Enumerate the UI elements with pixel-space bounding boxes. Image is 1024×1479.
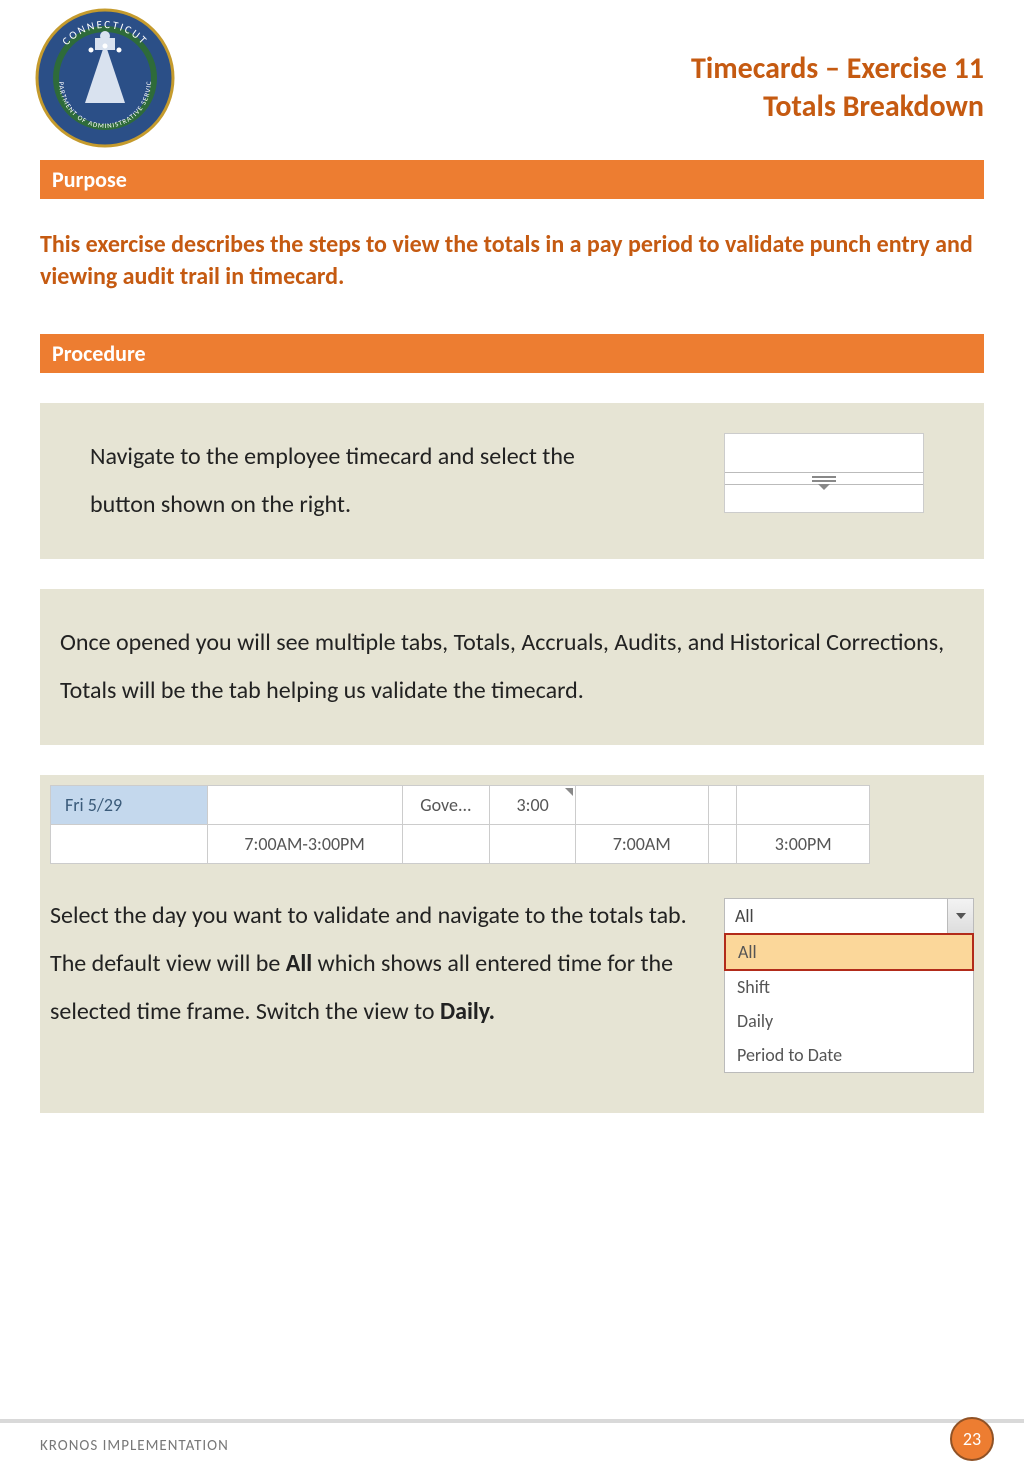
procedure-label: Procedure xyxy=(52,340,146,367)
paycode-cell[interactable]: Gove... xyxy=(402,785,490,824)
out-cell[interactable] xyxy=(737,785,870,824)
dropdown-item-shift[interactable]: Shift xyxy=(725,970,973,1004)
divider-line xyxy=(725,472,923,473)
step3-bold-daily: Daily. xyxy=(440,997,495,1026)
amount-cell[interactable]: 3:00 xyxy=(490,785,576,824)
purpose-label: Purpose xyxy=(52,166,127,193)
out-cell[interactable]: 3:00PM xyxy=(737,824,870,863)
paycode-cell[interactable] xyxy=(402,824,490,863)
purpose-text: This exercise describes the steps to vie… xyxy=(0,199,1024,334)
spacer-cell xyxy=(708,824,737,863)
dropdown-item-daily[interactable]: Daily xyxy=(725,1004,973,1038)
step-2-block: Once opened you will see multiple tabs, … xyxy=(40,589,984,745)
step-1-text: Navigate to the employee timecard and se… xyxy=(90,433,590,529)
table-row: 7:00AM-3:00PM 7:00AM 3:00PM xyxy=(51,824,870,863)
step3-bold-all: All xyxy=(286,949,312,978)
dropdown-item-period-to-date[interactable]: Period to Date xyxy=(725,1038,973,1072)
panel-expand-button[interactable] xyxy=(724,433,924,513)
procedure-section-bar: Procedure xyxy=(40,334,984,373)
title-line-2: Totals Breakdown xyxy=(691,88,984,126)
cell-corner-icon xyxy=(565,788,573,796)
spacer-cell xyxy=(708,785,737,824)
header: CONNECTICUT DEPARTMENT OF ADMINISTRATIVE… xyxy=(0,0,1024,160)
title-line-1: Timecards – Exercise 11 xyxy=(691,50,984,88)
step-3-block: Fri 5/29 Gove... 3:00 7:00AM-3:00PM 7:00… xyxy=(40,775,984,1113)
document-title: Timecards – Exercise 11 Totals Breakdown xyxy=(691,50,984,125)
expand-grip-icon xyxy=(804,474,844,490)
dropdown-item-all[interactable]: All xyxy=(724,933,974,971)
step-1-block: Navigate to the employee timecard and se… xyxy=(40,403,984,559)
schedule-cell[interactable]: 7:00AM-3:00PM xyxy=(207,824,402,863)
in-cell[interactable] xyxy=(575,785,708,824)
in-cell[interactable]: 7:00AM xyxy=(575,824,708,863)
chevron-down-icon xyxy=(956,913,966,919)
dropdown-header: All xyxy=(725,899,973,934)
date-cell[interactable] xyxy=(51,824,208,863)
schedule-cell[interactable] xyxy=(207,785,402,824)
dropdown-toggle-button[interactable] xyxy=(947,899,973,933)
page-number: 23 xyxy=(963,1428,981,1450)
page-number-badge: 23 xyxy=(950,1417,994,1461)
amount-value: 3:00 xyxy=(517,794,549,816)
view-dropdown: All All Shift Daily Period to Date xyxy=(724,898,974,1073)
step-2-text: Once opened you will see multiple tabs, … xyxy=(60,619,964,715)
footer: KRONOS IMPLEMENTATION 23 xyxy=(0,1419,1024,1479)
timecard-table: Fri 5/29 Gove... 3:00 7:00AM-3:00PM 7:00… xyxy=(50,785,870,864)
footer-text: KRONOS IMPLEMENTATION xyxy=(40,1437,984,1455)
step-3-text: Select the day you want to validate and … xyxy=(50,892,694,1036)
table-row: Fri 5/29 Gove... 3:00 xyxy=(51,785,870,824)
purpose-section-bar: Purpose xyxy=(40,160,984,199)
seal-logo: CONNECTICUT DEPARTMENT OF ADMINISTRATIVE… xyxy=(35,8,175,148)
date-cell[interactable]: Fri 5/29 xyxy=(51,785,208,824)
amount-cell[interactable] xyxy=(490,824,576,863)
dropdown-selected-value[interactable]: All xyxy=(725,899,947,933)
